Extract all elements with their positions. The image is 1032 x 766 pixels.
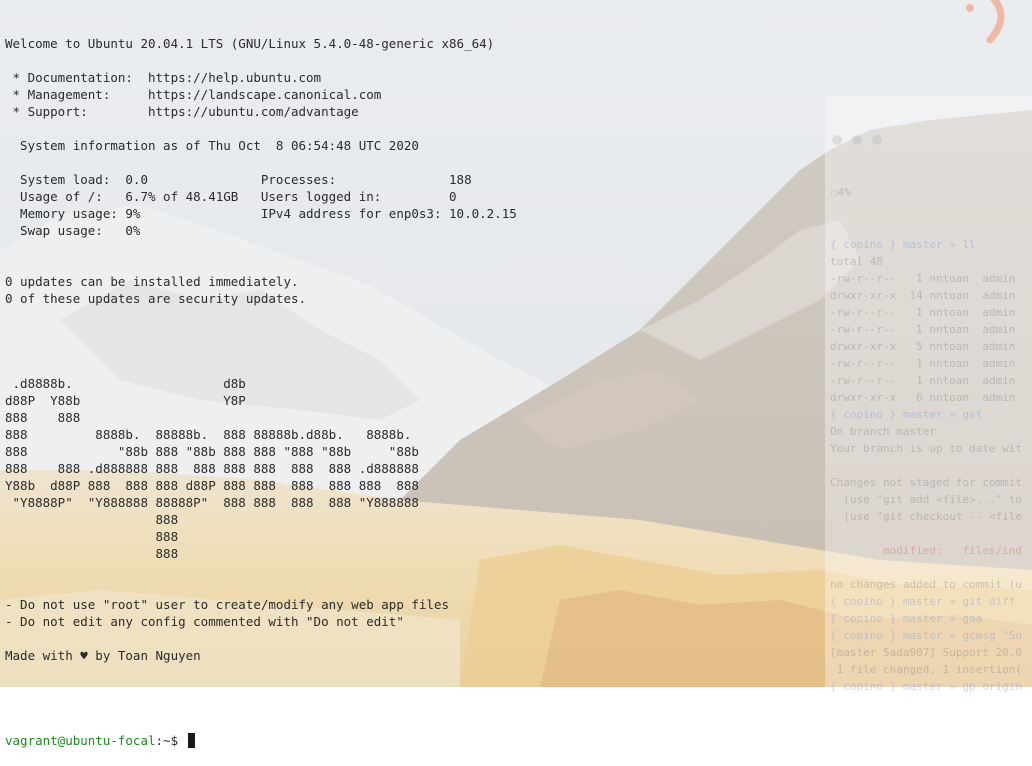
text-cursor xyxy=(187,733,195,748)
terminal-line: 888 888 .d888888 888 888 888 888 888 888… xyxy=(5,461,419,476)
terminal-line: System load: 0.0 Processes: 188 xyxy=(5,172,472,187)
terminal-line: 888 xyxy=(5,512,179,527)
terminal-line: .d8888b. d8b xyxy=(5,376,246,391)
terminal-line: d88P Y88b Y8P xyxy=(5,393,246,408)
shell-prompt[interactable]: vagrant@ubuntu-focal:~$ xyxy=(5,732,1032,749)
terminal-line: Welcome to Ubuntu 20.04.1 LTS (GNU/Linux… xyxy=(5,36,495,51)
terminal-line: Memory usage: 9% IPv4 address for enp0s3… xyxy=(5,206,517,221)
terminal-line: Swap usage: 0% xyxy=(5,223,141,238)
terminal-line: 888 "88b 888 "88b 888 888 "888 "88b "88b xyxy=(5,444,419,459)
prompt-user-host: vagrant@ubuntu-focal xyxy=(5,733,156,748)
terminal-line: - Do not edit any config commented with … xyxy=(5,614,404,629)
terminal-line: Usage of /: 6.7% of 48.41GB Users logged… xyxy=(5,189,457,204)
prompt-path: :~$ xyxy=(155,733,186,748)
terminal-output[interactable]: Welcome to Ubuntu 20.04.1 LTS (GNU/Linux… xyxy=(5,1,1032,748)
terminal-line: 888 888 xyxy=(5,410,81,425)
terminal-line: Made with ♥ by Toan Nguyen xyxy=(5,648,201,663)
terminal-line: * Management: https://landscape.canonica… xyxy=(5,87,382,102)
terminal-line: 888 xyxy=(5,529,179,544)
terminal-line: System information as of Thu Oct 8 06:54… xyxy=(5,138,419,153)
terminal-line: 888 8888b. 88888b. 888 88888b.d88b. 8888… xyxy=(5,427,412,442)
terminal-line: 0 updates can be installed immediately. xyxy=(5,274,299,289)
terminal-line: - Do not use "root" user to create/modif… xyxy=(5,597,450,612)
terminal-line: * Support: https://ubuntu.com/advantage xyxy=(5,104,359,119)
terminal-line: 888 xyxy=(5,546,179,561)
terminal-line: 0 of these updates are security updates. xyxy=(5,291,307,306)
terminal-line: Y88b d88P 888 888 888 d88P 888 888 888 8… xyxy=(5,478,419,493)
terminal-line: * Documentation: https://help.ubuntu.com xyxy=(5,70,322,85)
terminal-line: "Y8888P" "Y888888 88888P" 888 888 888 88… xyxy=(5,495,419,510)
